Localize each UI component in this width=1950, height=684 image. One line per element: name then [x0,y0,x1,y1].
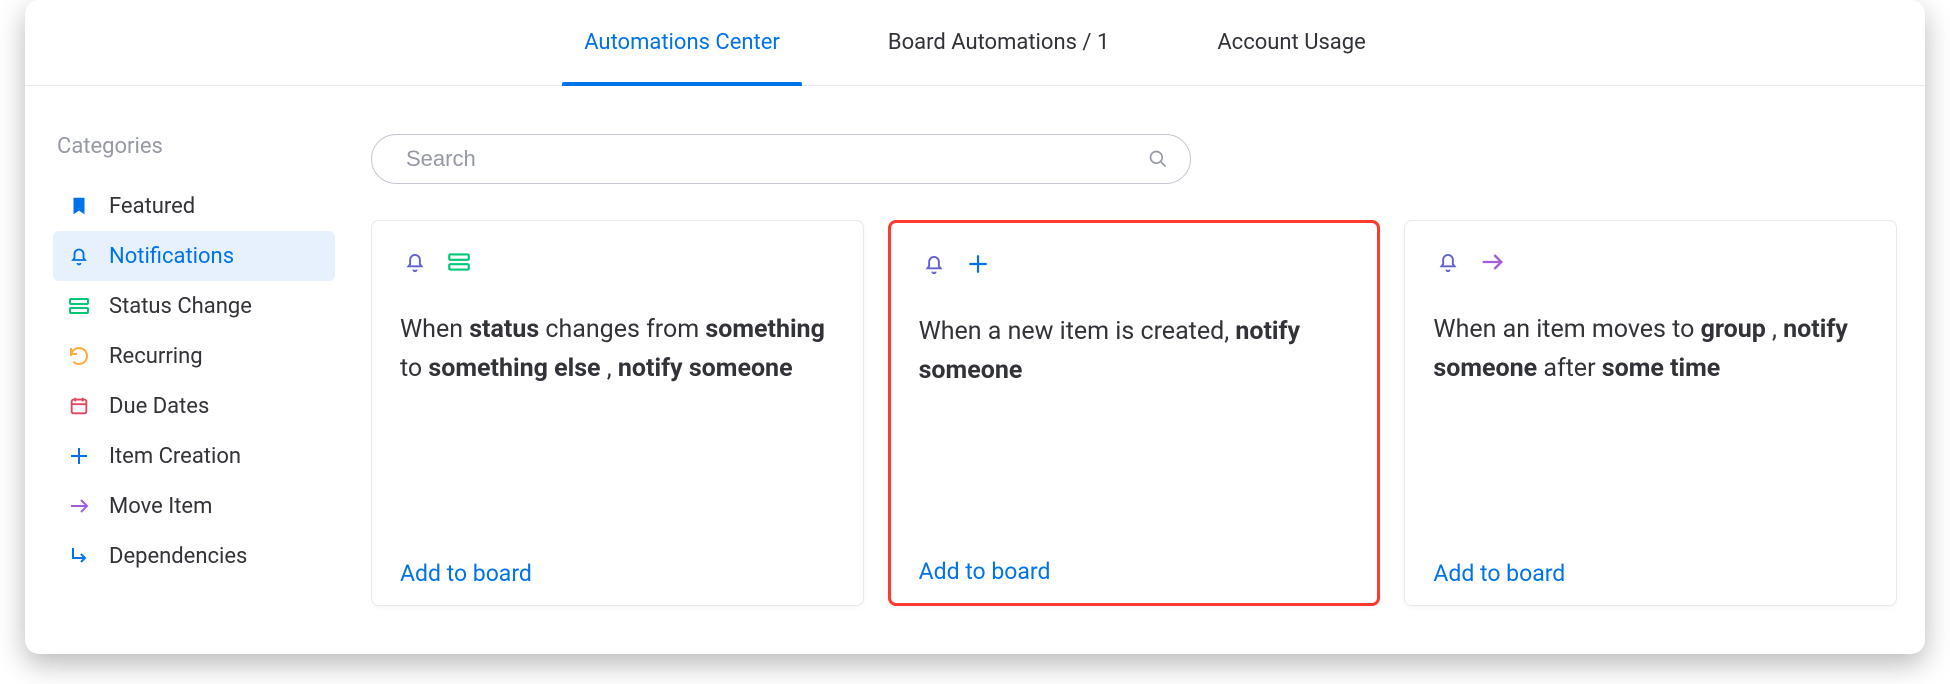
sidebar-item-dependencies[interactable]: Dependencies [53,531,335,581]
sidebar-item-label: Recurring [109,344,203,369]
sidebar-item-label: Notifications [109,244,234,269]
sidebar-item-status-change[interactable]: Status Change [53,281,335,331]
add-to-board-button[interactable]: Add to board [400,560,532,587]
recur-icon [67,344,91,368]
automation-card[interactable]: When a new item is created, notify someo… [888,220,1381,606]
plus-icon [963,249,993,279]
status-icon [444,247,474,277]
recipe-sentence: When an item moves to group , notify som… [1433,311,1868,560]
plus-icon [67,444,91,468]
calendar-icon [67,394,91,418]
top-tabs: Automations Center Board Automations / 1 A… [25,0,1925,86]
recipe-sentence: When a new item is created, notify someo… [919,313,1350,558]
sidebar-item-move-item[interactable]: Move Item [53,481,335,531]
search-input[interactable] [406,146,1148,172]
dep-icon [67,544,91,568]
add-to-board-button[interactable]: Add to board [919,558,1051,585]
sidebar-item-label: Featured [109,194,195,219]
bell-icon [1433,247,1463,277]
sidebar-item-label: Due Dates [109,394,209,419]
bell-icon [400,247,430,277]
bell-icon [67,244,91,268]
search-icon [1148,149,1168,169]
search-input-wrapper[interactable] [371,134,1191,184]
tab-board-automations-1[interactable]: Board Automations / 1 [866,0,1131,85]
bookmark-icon [67,194,91,218]
sidebar-item-due-dates[interactable]: Due Dates [53,381,335,431]
categories-heading: Categories [53,134,335,159]
sidebar-item-recurring[interactable]: Recurring [53,331,335,381]
recipe-sentence: When status changes from something to so… [400,311,835,560]
sidebar-item-label: Dependencies [109,544,247,569]
arrow-icon [1477,247,1507,277]
sidebar-item-item-creation[interactable]: Item Creation [53,431,335,481]
add-to-board-button[interactable]: Add to board [1433,560,1565,587]
tab-automations-center[interactable]: Automations Center [562,0,802,85]
tab-account-usage[interactable]: Account Usage [1195,0,1387,85]
sidebar-item-notifications[interactable]: Notifications [53,231,335,281]
automation-card[interactable]: When an item moves to group , notify som… [1404,220,1897,606]
sidebar-item-label: Item Creation [109,444,241,469]
automation-card[interactable]: When status changes from something to so… [371,220,864,606]
arrow-icon [67,494,91,518]
sidebar-item-label: Move Item [109,494,212,519]
bell-icon [919,249,949,279]
status-icon [67,294,91,318]
sidebar-item-featured[interactable]: Featured [53,181,335,231]
sidebar-item-label: Status Change [109,294,252,319]
categories-sidebar: Categories Featured Notifications Status C… [53,134,335,654]
